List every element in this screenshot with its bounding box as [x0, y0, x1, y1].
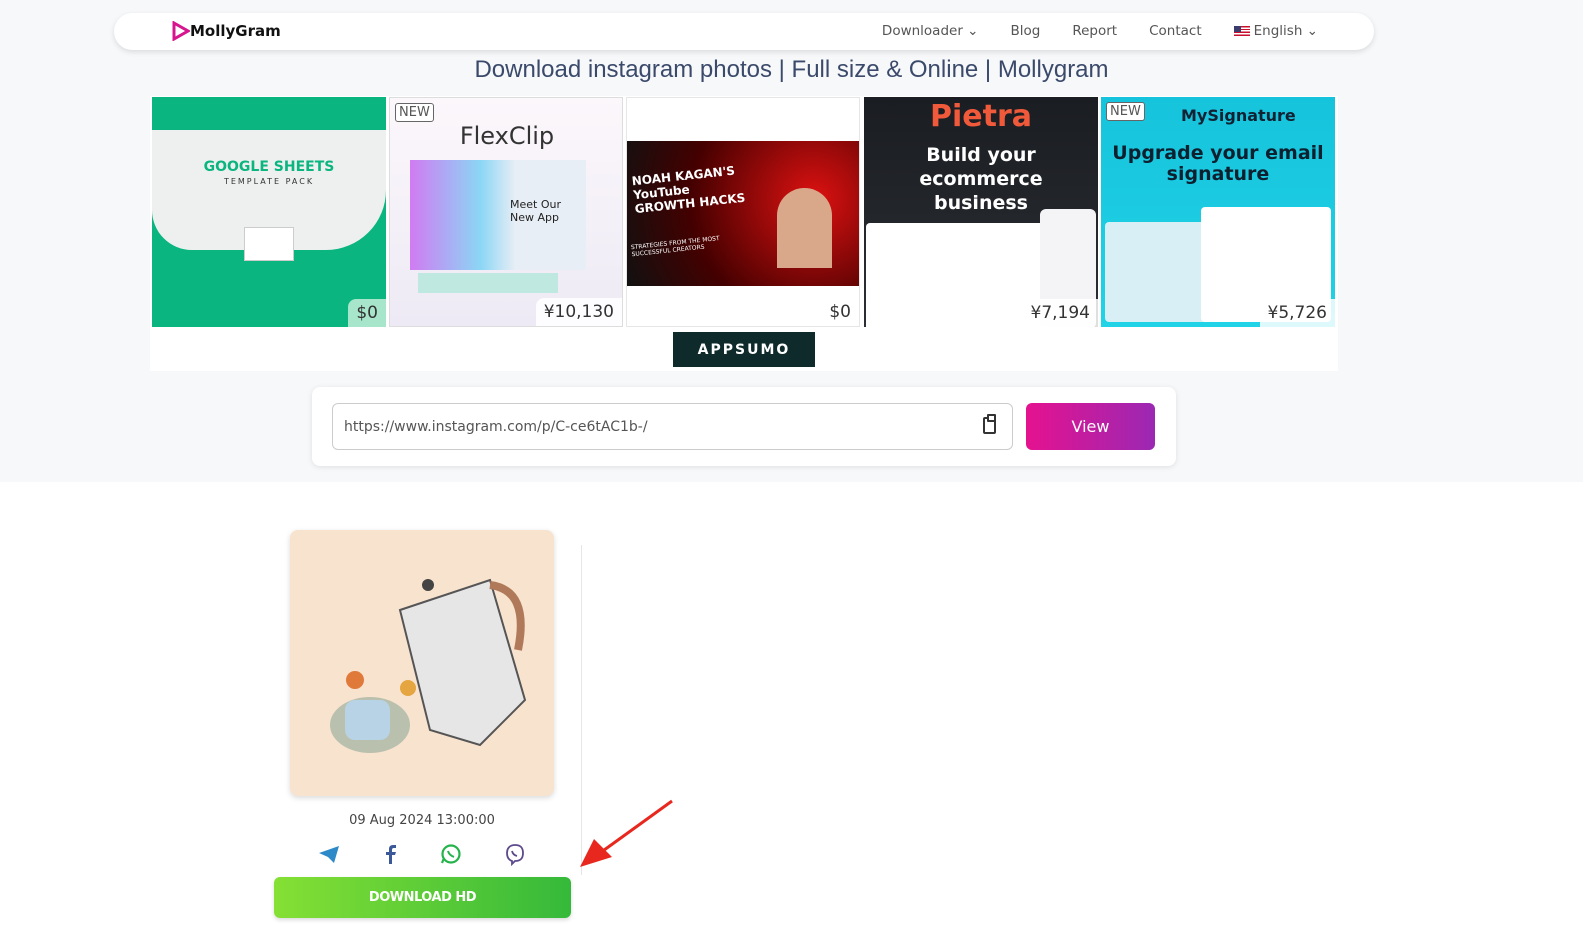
- ad-youtube[interactable]: NOAH KAGAN'S YouTube GROWTH HACKS STRATE…: [626, 97, 860, 327]
- clipboard-icon[interactable]: [983, 414, 996, 434]
- post-date: 09 Aug 2024 13:00:00: [349, 813, 495, 828]
- url-input[interactable]: https://www.instagram.com/p/C-ce6tAC1b-/: [332, 403, 1013, 450]
- ad-mysignature[interactable]: NEW MySignature Upgrade your email signa…: [1101, 97, 1335, 327]
- ad-google-sheets[interactable]: GOOGLE SHEETS TEMPLATE PACK $0: [152, 97, 386, 327]
- nav-contact[interactable]: Contact: [1149, 23, 1202, 39]
- ad-flexclip[interactable]: NEW FlexClip Meet Our New App ¥10,130: [389, 97, 623, 327]
- ad-banner: GOOGLE SHEETS TEMPLATE PACK $0 NEW FlexC…: [150, 96, 1338, 371]
- viber-icon[interactable]: [503, 842, 527, 866]
- nav-report[interactable]: Report: [1072, 23, 1117, 39]
- telegram-icon[interactable]: [317, 842, 341, 866]
- us-flag-icon: [1233, 26, 1250, 36]
- logo[interactable]: MollyGram: [172, 21, 281, 41]
- navbar: MollyGram Downloader ⌄ Blog Report Conta…: [114, 13, 1374, 50]
- post-image: [290, 530, 554, 796]
- whatsapp-icon[interactable]: [439, 842, 463, 866]
- play-logo-icon: [172, 21, 190, 41]
- annotation-arrow-icon: [580, 799, 673, 867]
- ad-pietra[interactable]: Pietra Build your ecommerce business ¥7,…: [864, 97, 1098, 327]
- nav-downloader[interactable]: Downloader ⌄: [882, 23, 979, 39]
- search-card: https://www.instagram.com/p/C-ce6tAC1b-/…: [312, 387, 1176, 466]
- download-hd-button[interactable]: DOWNLOAD HD: [274, 877, 571, 918]
- page-title: Download instagram photos | Full size & …: [474, 56, 1109, 83]
- appsumo-logo[interactable]: APPSUMO: [673, 332, 815, 367]
- language-selector[interactable]: English ⌄: [1233, 23, 1318, 39]
- nav-blog[interactable]: Blog: [1011, 23, 1041, 39]
- facebook-icon[interactable]: [378, 842, 402, 866]
- view-button[interactable]: View: [1026, 403, 1155, 450]
- moka-pot-illustration: [330, 578, 527, 753]
- logo-text: MollyGram: [190, 22, 281, 40]
